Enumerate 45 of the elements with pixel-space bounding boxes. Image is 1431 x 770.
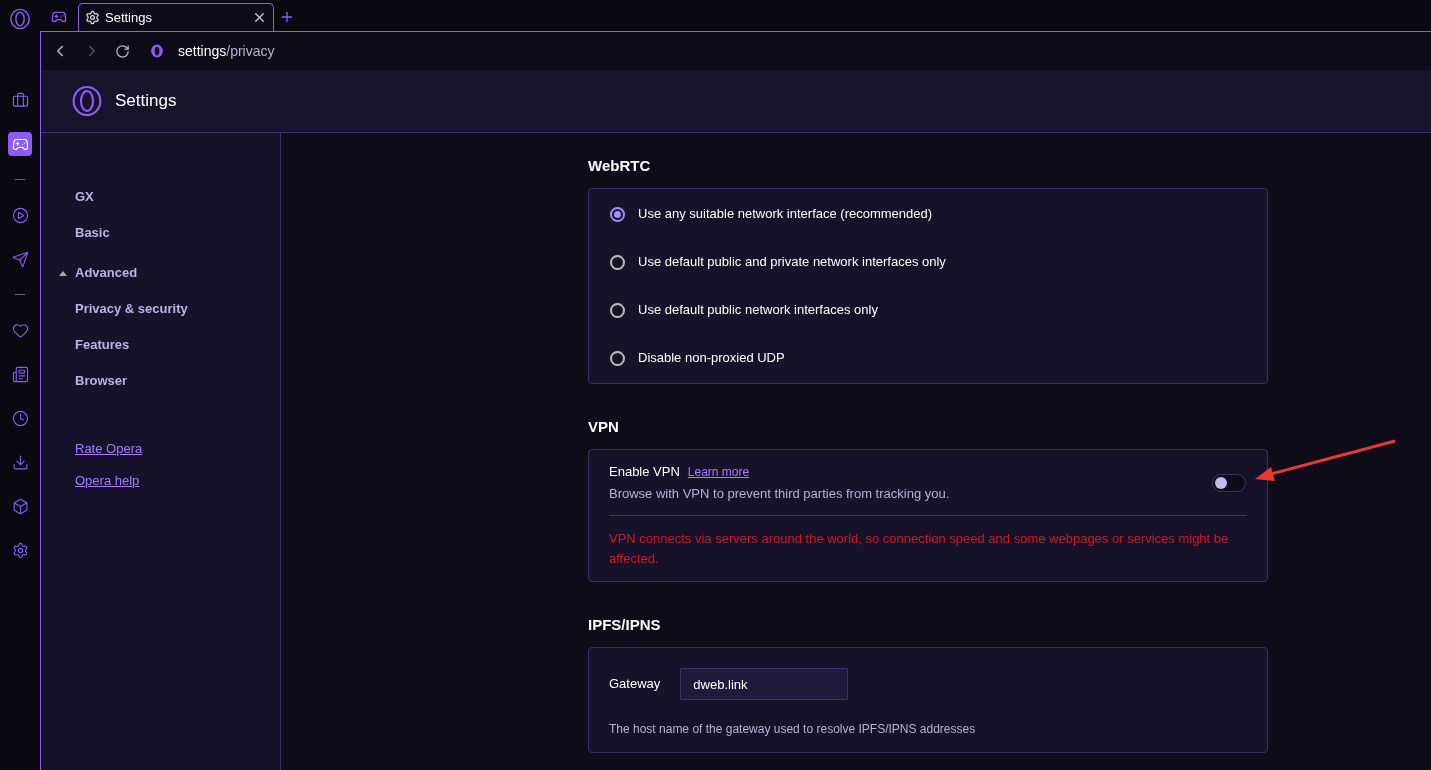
reload-icon	[115, 43, 130, 59]
reload-button[interactable]	[115, 43, 130, 59]
sidebar-link[interactable]: Rate Opera	[75, 439, 143, 459]
settings-icon	[11, 541, 29, 559]
briefcase-icon	[11, 91, 29, 109]
gateway-field[interactable]: dweb.link	[680, 668, 849, 700]
gamepad-button[interactable]	[8, 132, 32, 156]
page-title: Settings	[115, 90, 177, 113]
plus-icon	[279, 9, 295, 25]
gear-icon	[85, 10, 100, 25]
radio-option[interactable]: Use default public and private network interfaces only	[589, 238, 1267, 286]
gamepad-icon	[51, 9, 67, 25]
opera-logo-icon	[71, 85, 103, 117]
sidebar-item[interactable]: Basic	[41, 215, 280, 251]
close-icon[interactable]	[252, 10, 267, 25]
sidebar-item[interactable]: Features	[41, 327, 280, 363]
warning-text: VPN connects via servers around the world, so connection speed and some webpages or services might be affected.	[609, 530, 1230, 568]
learn-more-link[interactable]: Learn more	[687, 463, 750, 481]
section-heading: VPN	[588, 418, 620, 436]
clock-icon	[11, 409, 29, 427]
tab[interactable]: Settings	[78, 3, 274, 31]
section-heading: WebRTC	[588, 157, 652, 175]
cube-icon	[11, 497, 29, 515]
send-icon	[11, 250, 29, 268]
sidebar-item[interactable]: Advanced	[41, 255, 138, 291]
field-description: The host name of the gateway used to resolve IPFS/IPNS addresses	[609, 721, 977, 738]
setting-description: Browse with VPN to prevent third parties from tracking you.	[609, 484, 951, 503]
section-heading: IPFS/IPNS	[588, 616, 662, 634]
radio-option[interactable]: Disable non-proxied UDP	[589, 334, 1267, 382]
field-label: Gateway	[609, 675, 661, 694]
address-field[interactable]: settings/privacy	[178, 40, 275, 62]
opera-logo-icon	[9, 8, 31, 30]
sidebar-item[interactable]: Privacy & security	[41, 291, 280, 327]
sidebar-item[interactable]: Browser	[41, 363, 280, 399]
news-icon	[11, 365, 29, 383]
radio-option[interactable]: Use any suitable network interface (recommended)	[589, 190, 1267, 238]
setting-title: Enable VPN	[609, 463, 680, 481]
sidebar-link[interactable]: Opera help	[75, 471, 140, 491]
toggle-switch[interactable]	[1212, 473, 1246, 492]
play-icon	[11, 206, 29, 224]
download-icon	[11, 453, 29, 471]
radio-option[interactable]: Use default public network interfaces only	[589, 286, 1267, 334]
heart-icon	[11, 321, 29, 339]
sidebar-item[interactable]: GX	[41, 179, 280, 215]
opera-logo-icon	[150, 44, 164, 58]
